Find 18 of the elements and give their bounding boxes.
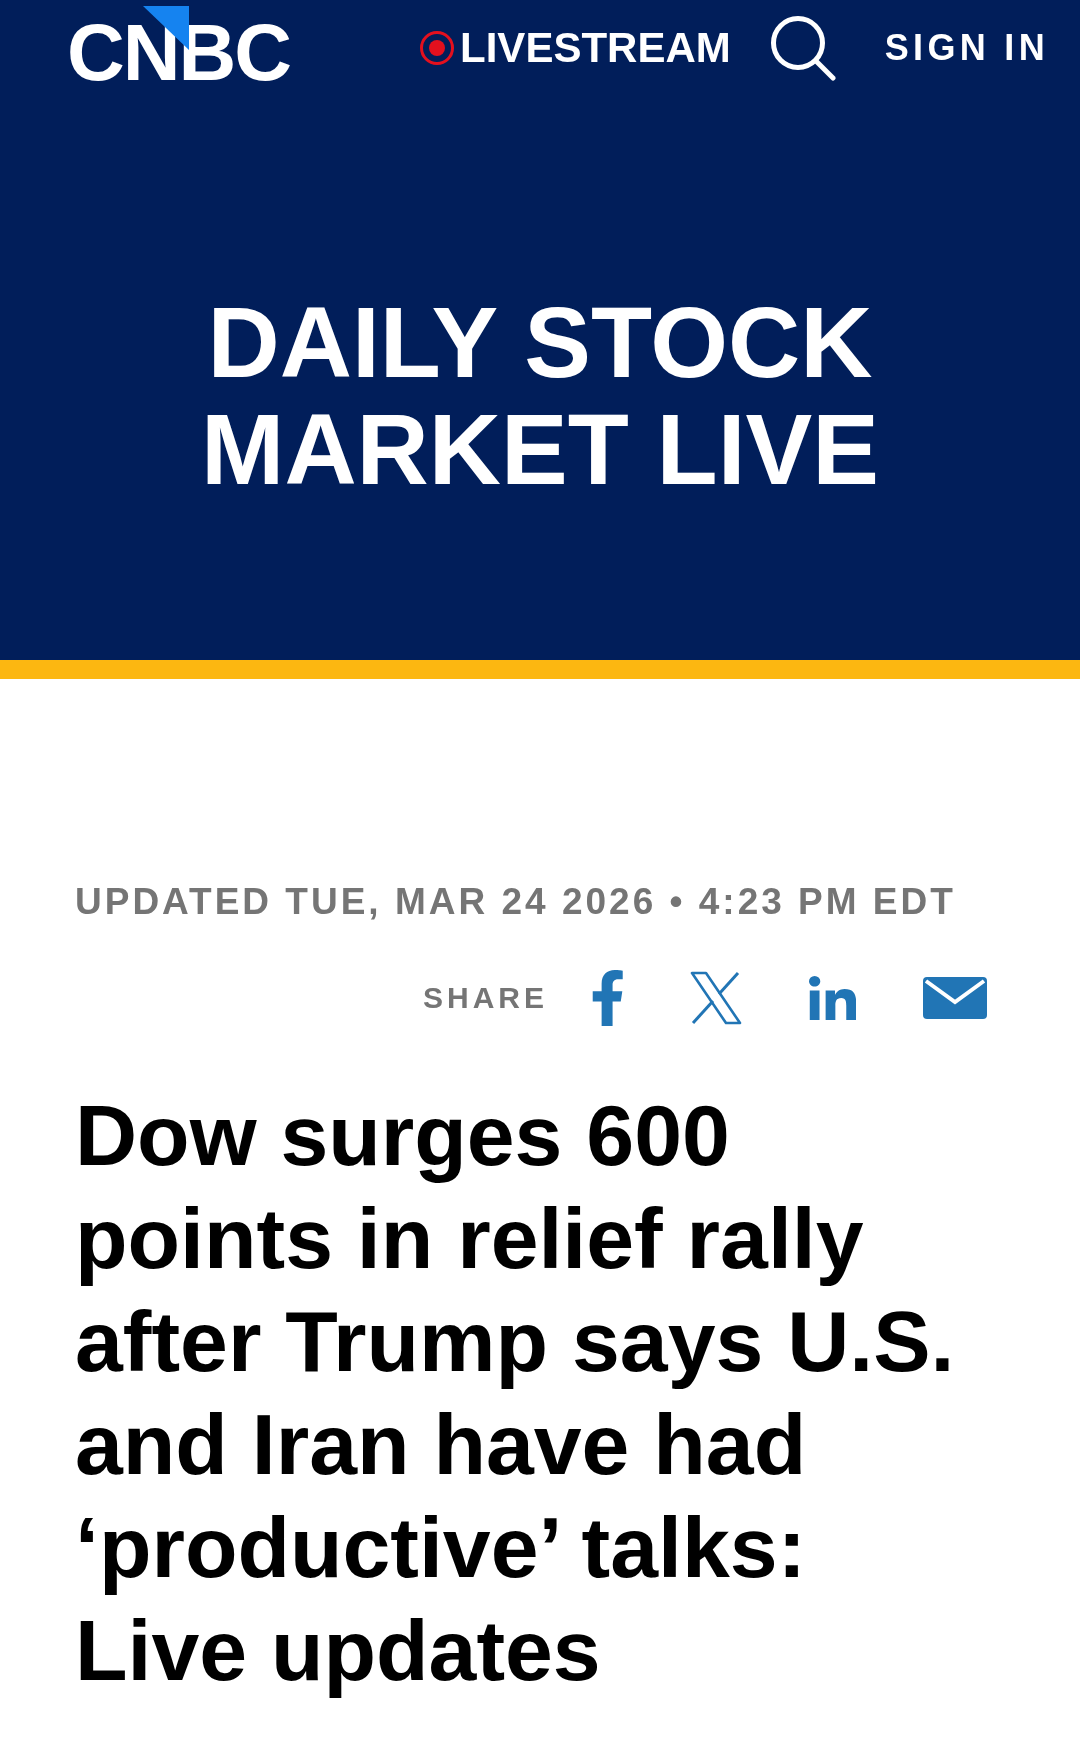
linkedin-icon <box>809 976 856 1020</box>
article-headline: Dow surges 600 points in relief rally after Trump says U.S. and Iran have had ‘productive’ talks: Live updates <box>75 1086 956 1700</box>
mail-icon <box>923 977 987 1019</box>
search-button[interactable] <box>769 14 836 81</box>
updated-timestamp: UPDATED TUE, MAR 24 2026 • 4:23 PM EDT <box>75 880 956 924</box>
live-dot-icon <box>420 30 455 65</box>
share-link[interactable] <box>690 971 742 1025</box>
share-link[interactable] <box>923 977 987 1019</box>
livestream-link[interactable]: LIVESTREAM <box>420 23 731 72</box>
x-icon <box>690 971 742 1025</box>
share-link[interactable] <box>592 970 623 1026</box>
section-title: DAILY STOCK MARKET LIVE <box>200 289 880 503</box>
share-label: SHARE <box>423 980 548 1016</box>
sign-in-link[interactable]: SIGN IN <box>884 25 1049 70</box>
share-link[interactable] <box>809 976 856 1020</box>
facebook-icon <box>592 970 623 1026</box>
site-logo[interactable]: CNBC <box>67 6 291 93</box>
search-icon <box>769 14 836 81</box>
